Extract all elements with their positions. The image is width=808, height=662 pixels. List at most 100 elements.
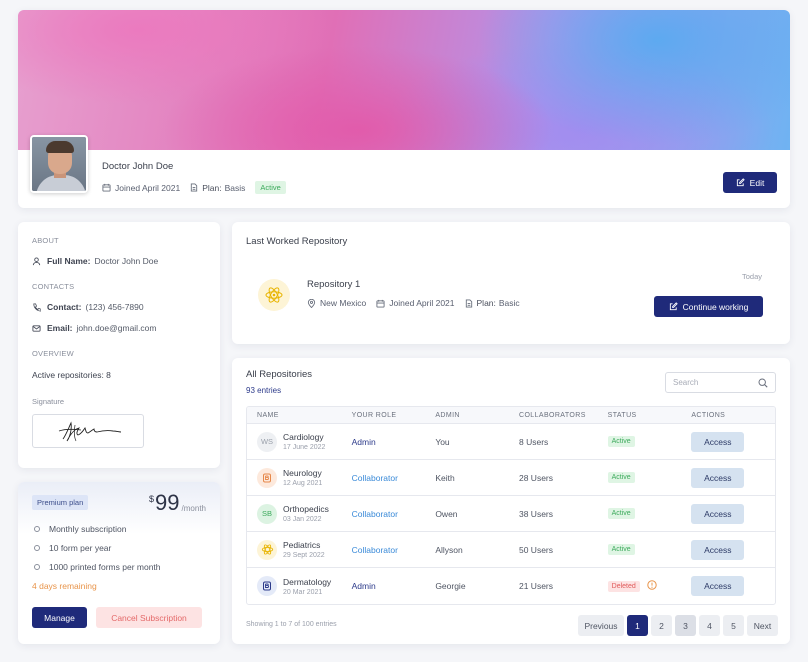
atom-icon (258, 279, 290, 311)
repo-row-name[interactable]: Neurology (283, 468, 322, 478)
repo-row-name[interactable]: Dermatology (283, 577, 331, 587)
plan-feature: 1000 printed forms per month (34, 562, 161, 572)
contacts-header: CONTACTS (32, 282, 75, 291)
access-button[interactable]: Access (691, 431, 745, 452)
warning-icon[interactable] (647, 580, 657, 591)
last-worked-card: Last Worked Repository Today Repository … (232, 222, 790, 344)
role-text: Collaborator (351, 508, 398, 519)
joined-info: Joined April 2021 (102, 183, 180, 193)
status-badge: Deleted (607, 580, 640, 592)
bootstrap-icon (257, 576, 277, 596)
repo-row-name[interactable]: Pediatrics (283, 540, 325, 550)
plan-label: Plan: (202, 182, 222, 193)
repo-meta: New Mexico Joined April 2021 Plan: Basic (307, 298, 530, 308)
repositories-card: All Repositories 93 entries Search NAME … (232, 358, 790, 644)
plan-card: Premium plan $ 99 /month Monthly subscri… (18, 482, 220, 644)
page-button[interactable]: 1 (627, 615, 648, 636)
price-currency: $ (149, 494, 155, 504)
joined-text: Joined April 2021 (115, 182, 181, 193)
profile-header: Doctor John Doe Joined April 2021 Plan: … (18, 10, 790, 208)
column-header[interactable]: STATUS (608, 412, 692, 419)
column-header[interactable]: NAME (247, 412, 352, 419)
last-worked-time: Today (741, 272, 762, 281)
status-badge: Active (607, 436, 635, 447)
location-text: New Mexico (320, 298, 367, 308)
admin-text: Allyson (435, 544, 463, 555)
table-row: WS Cardiology 17 June 2022 Admin You 8 U… (247, 424, 775, 460)
repo-plan-value: Basic (498, 298, 520, 308)
column-header[interactable]: COLLABORATORS (519, 412, 608, 419)
search-input[interactable]: Search (665, 372, 776, 393)
column-header[interactable]: ADMIN (435, 412, 519, 419)
price-period: /month (181, 504, 206, 513)
about-card: ABOUT Full Name: Doctor John Doe CONTACT… (18, 222, 220, 468)
access-button[interactable]: Access (691, 467, 745, 488)
edit-icon (669, 302, 678, 311)
plan-value: Basis (224, 182, 246, 193)
page-button[interactable]: 2 (651, 615, 672, 636)
page-button[interactable]: 5 (723, 615, 744, 636)
phone-icon (33, 302, 41, 312)
repositories-table: NAME YOUR ROLE ADMIN COLLABORATORS STATU… (246, 406, 776, 605)
repo-row-date: 29 Sept 2022 (283, 552, 325, 559)
page-button[interactable]: 4 (699, 615, 720, 636)
repo-cell: Pediatrics 29 Sept 2022 (247, 539, 352, 560)
cancel-subscription-button[interactable]: Cancel Subscription (96, 607, 202, 628)
page-button[interactable]: 3 (675, 615, 696, 636)
active-repos: Active repositories: 8 (32, 370, 111, 380)
repo-row-name[interactable]: Cardiology (283, 432, 325, 442)
plan-feature: Monthly subscription (34, 524, 161, 534)
repo-initials-icon: SB (257, 503, 277, 524)
full-name-label: Full Name: (47, 256, 91, 266)
edit-icon (736, 178, 745, 187)
column-header[interactable]: ACTIONS (691, 412, 775, 419)
overview-header: OVERVIEW (32, 349, 74, 358)
previous-page-button[interactable]: Previous (578, 615, 624, 636)
search-icon (758, 377, 768, 388)
repo-row-date: 17 June 2022 (283, 444, 326, 451)
calendar-icon (376, 299, 385, 308)
repo-plan-info: Plan: Basic (465, 298, 520, 308)
manage-button[interactable]: Manage (32, 607, 87, 628)
bootstrap-icon (257, 467, 277, 488)
collaborators-text: 28 Users (518, 472, 553, 483)
mail-icon (32, 324, 41, 332)
repositories-count: 93 entries (246, 386, 282, 395)
collaborators-text: 21 Users (518, 581, 553, 591)
days-remaining: 4 days remaining (32, 581, 97, 591)
access-button[interactable]: Access (691, 576, 745, 596)
role-text: Collaborator (351, 472, 398, 483)
signature-image (58, 421, 122, 442)
contact-label: Contact: (47, 302, 82, 312)
table-row: Dermatology 20 Mar 2021 Admin Georgie 21… (247, 568, 775, 604)
last-worked-title: Last Worked Repository (246, 236, 348, 247)
repo-name: Repository 1 (307, 279, 361, 290)
repo-cell: WS Cardiology 17 June 2022 (247, 431, 352, 452)
pagination: Previous 1 2 3 4 5 Next (578, 615, 778, 636)
role-text: Admin (351, 581, 376, 591)
about-header: ABOUT (32, 236, 59, 245)
price-amount: 99 (155, 490, 180, 515)
repo-row-name[interactable]: Orthopedics (283, 504, 329, 514)
edit-button[interactable]: Edit (723, 172, 777, 193)
repo-row-date: 20 Mar 2021 (283, 588, 323, 596)
role-text: Admin (351, 436, 376, 447)
role-text: Collaborator (351, 544, 398, 555)
location-info: New Mexico (307, 298, 366, 308)
email-value: john.doe@gmail.com (76, 323, 157, 333)
table-header: NAME YOUR ROLE ADMIN COLLABORATORS STATU… (247, 407, 775, 424)
repo-joined-info: Joined April 2021 (376, 298, 455, 308)
continue-working-button[interactable]: Continue working (654, 296, 763, 317)
collaborators-text: 38 Users (518, 508, 553, 519)
next-page-button[interactable]: Next (747, 615, 778, 636)
admin-text: Keith (435, 472, 455, 483)
repo-cell: Neurology 12 Aug 2021 (247, 467, 352, 488)
access-button[interactable]: Access (691, 539, 745, 560)
access-button[interactable]: Access (691, 503, 745, 524)
repo-plan-label: Plan: (476, 298, 496, 308)
column-header[interactable]: YOUR ROLE (352, 412, 436, 419)
document-icon (191, 183, 198, 192)
full-name-value: Doctor John Doe (94, 256, 159, 266)
profile-banner (18, 10, 790, 150)
plan-feature: 10 form per year (34, 543, 161, 553)
